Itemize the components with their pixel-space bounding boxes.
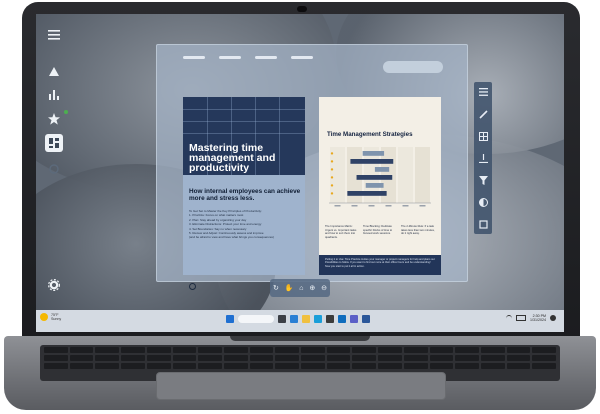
bottom-toolbar: ↻ ✋ ⌂ ⊕ ⊖: [270, 279, 330, 297]
text-column: The 2-Minute Rule: If a task takes less …: [401, 225, 435, 236]
screen: Mastering time management and productivi…: [36, 14, 564, 332]
weather-text: 75°F Sunny: [51, 313, 61, 321]
chart-tick-label: [334, 205, 341, 207]
chart-title: Time Management Strategies: [327, 131, 413, 138]
chart-bar: [374, 167, 390, 172]
edge-icon[interactable]: [314, 315, 322, 323]
home-icon[interactable]: ⌂: [299, 285, 303, 292]
circle-icon[interactable]: [45, 160, 63, 178]
gantt-chart: [329, 147, 431, 207]
clock[interactable]: 2:30 PM 1/31/2024: [530, 314, 546, 322]
app-icon[interactable]: [362, 315, 370, 323]
weather-widget[interactable]: 75°F Sunny: [40, 313, 61, 321]
camera: [297, 6, 307, 12]
start-icon[interactable]: [226, 315, 234, 323]
clock-date: 1/31/2024: [530, 318, 546, 322]
weather-desc: Sunny: [51, 317, 62, 321]
chart-bar: [356, 175, 393, 180]
taskbar: 75°F Sunny 2:30 PM 1/31/2024: [36, 310, 564, 332]
left-rail: [36, 14, 72, 304]
taskbar-search-input[interactable]: [238, 315, 274, 323]
chart-tick-label: [351, 205, 358, 207]
chart-bar: [350, 159, 394, 164]
hinge: [230, 336, 370, 341]
chart-bar: [347, 191, 387, 196]
document-title: Mastering time management and productivi…: [189, 142, 276, 174]
store-icon[interactable]: [326, 315, 334, 323]
grid-icon[interactable]: [477, 130, 489, 142]
zoom-in-icon[interactable]: ⊕: [309, 284, 315, 292]
task-view-icon[interactable]: [278, 315, 286, 323]
taskbar-apps: [226, 315, 370, 323]
text-column: Time Blocking: Dedicate specific blocks …: [363, 225, 393, 236]
text-column: The Importance Matrix: Urgent vs. Import…: [325, 225, 357, 239]
chart-column-band: [330, 147, 345, 203]
refresh-icon[interactable]: ↻: [273, 284, 279, 292]
tab[interactable]: [291, 56, 313, 59]
search-input[interactable]: [383, 61, 443, 73]
sun-icon: [40, 313, 48, 321]
notifications-icon[interactable]: [550, 315, 556, 321]
chart-marker: [330, 168, 334, 171]
triangle-icon[interactable]: [45, 62, 63, 80]
contrast-icon[interactable]: [477, 196, 489, 208]
pen-icon[interactable]: [477, 108, 489, 120]
hand-icon[interactable]: ✋: [285, 284, 294, 292]
tab[interactable]: [183, 56, 205, 59]
chart-marker: [330, 176, 334, 179]
crop-icon[interactable]: [477, 218, 489, 230]
trackpad: [156, 372, 446, 400]
widgets-icon[interactable]: [290, 315, 298, 323]
document-page-left[interactable]: Mastering time management and productivi…: [183, 97, 305, 290]
file-explorer-icon[interactable]: [302, 315, 310, 323]
dashboard-icon[interactable]: [45, 134, 63, 152]
chart-tick-label: [368, 205, 375, 207]
chart-tick-label: [402, 205, 409, 207]
chart-marker: [330, 160, 334, 163]
document-viewer-panel: Mastering time management and productivi…: [156, 44, 468, 290]
list-icon[interactable]: [477, 86, 489, 98]
wifi-icon[interactable]: [506, 314, 512, 322]
chart-marker: [330, 184, 334, 187]
chart-marker: [330, 152, 334, 155]
chart-bar: [365, 183, 384, 188]
chart-marker: [330, 192, 334, 195]
chart-tick-label: [385, 205, 392, 207]
tools-rail: [474, 82, 492, 234]
footer-text: Putting it to Use: Time Practice invites…: [325, 258, 435, 268]
tab[interactable]: [219, 56, 241, 59]
document-body: To Get Set to Master the Key Principles …: [189, 209, 297, 240]
star-icon[interactable]: [45, 110, 63, 128]
notification-dot: [64, 110, 68, 114]
text-columns: The Importance Matrix: Urgent vs. Import…: [325, 225, 435, 255]
settings-icon[interactable]: [45, 276, 63, 294]
teams-icon[interactable]: [350, 315, 358, 323]
chart-tick-label: [419, 205, 426, 207]
chart-column-band: [398, 147, 413, 203]
panel-tabs: [183, 53, 313, 61]
document-subtitle: How internal employees can achieve more …: [189, 188, 301, 202]
filter-icon[interactable]: [477, 174, 489, 186]
mail-icon[interactable]: [338, 315, 346, 323]
chart-bar: [362, 151, 385, 156]
download-icon[interactable]: [477, 152, 489, 164]
document-page-right[interactable]: Time Management Strategies The Importanc…: [319, 97, 441, 275]
chart-icon[interactable]: [45, 86, 63, 104]
page-indicator-icon: [189, 283, 196, 290]
menu-icon[interactable]: [45, 26, 63, 44]
tab[interactable]: [255, 56, 277, 59]
system-tray: 2:30 PM 1/31/2024: [506, 314, 556, 322]
chart-column-band: [415, 147, 430, 203]
battery-icon[interactable]: [516, 315, 526, 321]
zoom-out-icon[interactable]: ⊖: [321, 284, 327, 292]
body-line: (and be afraid to view and have what bri…: [189, 235, 274, 240]
